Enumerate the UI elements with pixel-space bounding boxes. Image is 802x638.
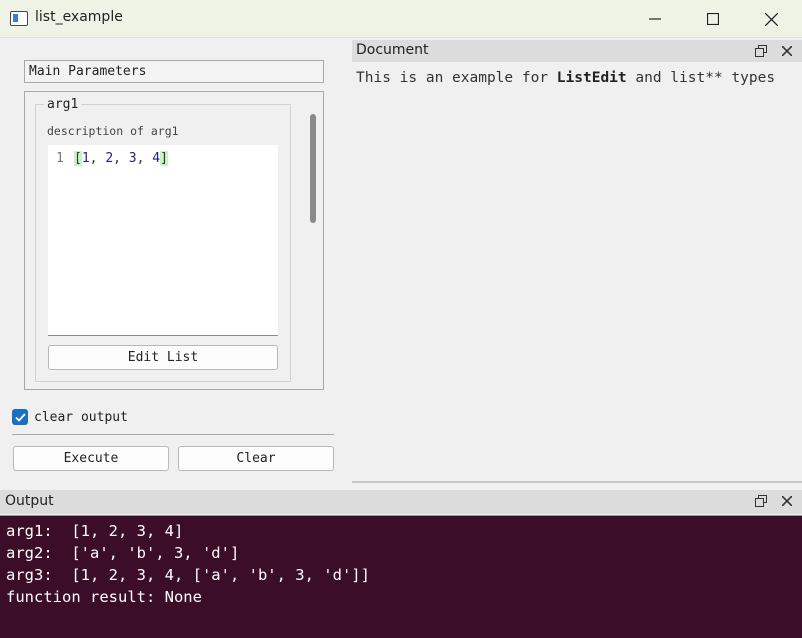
output-line: arg3: [1, 2, 3, 4, ['a', 'b', 3, 'd']] <box>6 566 370 584</box>
document-text: This is an example for ListEdit and list… <box>356 70 775 86</box>
output-console[interactable]: arg1: [1, 2, 3, 4] arg2: ['a', 'b', 3, '… <box>0 515 802 638</box>
app-icon <box>10 11 28 26</box>
list-sep: , <box>113 151 129 166</box>
close-button[interactable] <box>742 0 800 38</box>
output-line: arg1: [1, 2, 3, 4] <box>6 522 184 540</box>
doc-text-part1: This is an example for <box>356 70 557 86</box>
output-close-button[interactable] <box>779 493 795 509</box>
float-icon <box>755 45 767 57</box>
main-parameters-header[interactable]: Main Parameters <box>24 60 324 83</box>
clear-button[interactable]: Clear <box>178 446 334 471</box>
doc-text-part2: and list** types <box>626 70 776 86</box>
close-bracket: ] <box>160 151 168 166</box>
document-float-button[interactable] <box>753 43 769 59</box>
execute-button[interactable]: Execute <box>13 446 169 471</box>
output-line: function result: None <box>6 588 202 606</box>
list-sep: , <box>89 151 106 166</box>
list-value-4: 4 <box>152 151 161 166</box>
parameters-scrollbar[interactable] <box>310 114 316 223</box>
arg1-description: description of arg1 <box>47 124 179 138</box>
list-value-2: 2 <box>105 151 114 166</box>
arg1-group-title: arg1 <box>44 97 82 112</box>
float-icon <box>755 495 767 507</box>
output-line: arg2: ['a', 'b', 3, 'd'] <box>6 544 240 562</box>
line-number: 1 <box>56 151 64 166</box>
list-value-3: 3 <box>128 151 137 166</box>
output-float-button[interactable] <box>753 493 769 509</box>
output-title: Output <box>5 493 54 509</box>
list-code-editor[interactable] <box>48 145 278 336</box>
list-code-text[interactable]: [1, 2, 3, 4] <box>74 151 168 166</box>
maximize-button[interactable] <box>684 0 742 38</box>
clear-output-checkbox[interactable] <box>12 409 28 425</box>
close-icon <box>764 12 778 26</box>
doc-text-bold: ListEdit <box>556 70 627 86</box>
window-title: list_example <box>35 9 123 25</box>
list-sep: , <box>136 151 153 166</box>
open-bracket: [ <box>74 151 82 166</box>
document-close-button[interactable] <box>779 43 795 59</box>
list-value-1: 1 <box>81 151 90 166</box>
divider <box>12 434 334 435</box>
close-icon <box>782 496 792 506</box>
dock-splitter[interactable] <box>352 481 802 483</box>
output-dock-header[interactable] <box>0 490 802 514</box>
minimize-button[interactable] <box>626 0 684 38</box>
maximize-icon <box>707 13 719 25</box>
close-icon <box>782 46 792 56</box>
edit-list-button[interactable]: Edit List <box>48 345 278 370</box>
check-icon <box>14 412 26 422</box>
minimize-icon <box>649 18 661 20</box>
clear-output-label[interactable]: clear output <box>34 410 128 425</box>
document-title: Document <box>356 42 429 58</box>
